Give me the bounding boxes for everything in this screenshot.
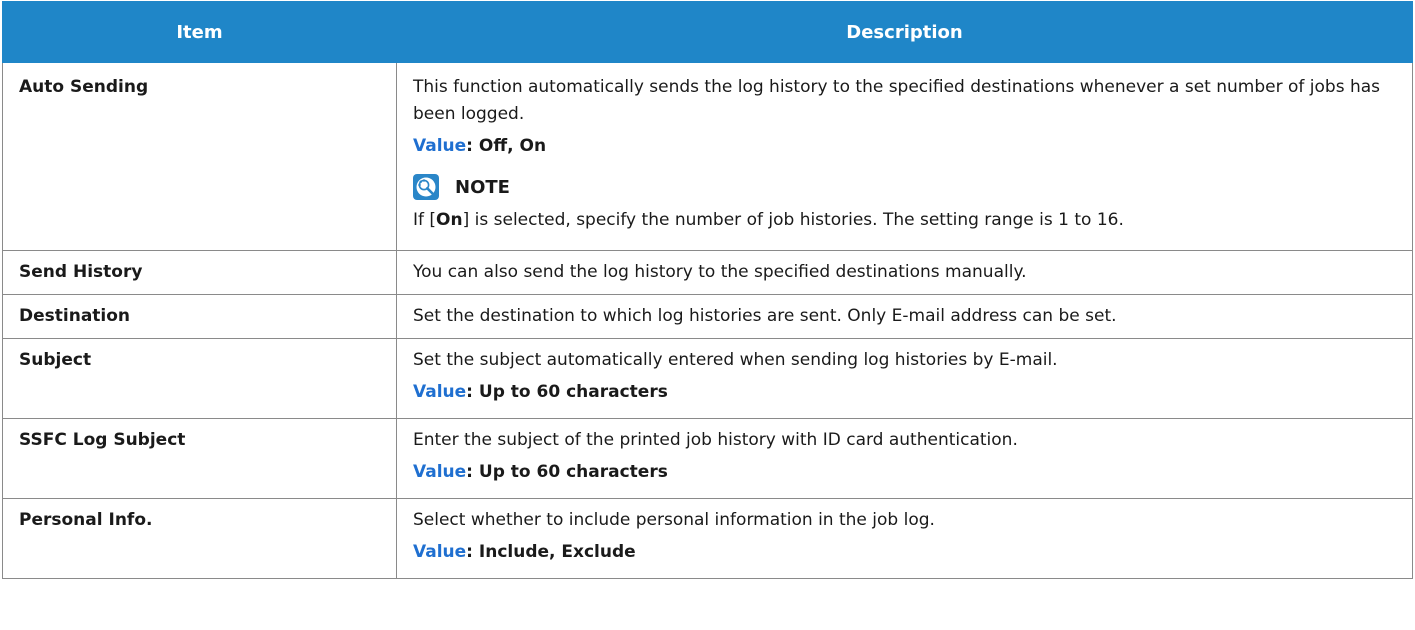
value-key: Value — [413, 136, 467, 156]
item-cell: Subject — [2, 338, 397, 419]
value-text: : Up to 60 characters — [466, 382, 668, 402]
description-text: Enter the subject of the printed job his… — [413, 430, 1018, 450]
note-text: If [On] is selected, specify the number … — [413, 207, 1396, 244]
item-cell: SSFC Log Subject — [2, 418, 397, 499]
description-text: You can also send the log history to the… — [413, 262, 1027, 282]
value-key: Value — [413, 542, 467, 562]
value-text: : Up to 60 characters — [466, 462, 668, 482]
note-label: NOTE — [455, 176, 510, 198]
table-row-personal-info: Personal Info. Select whether to include… — [2, 498, 1413, 579]
description-text: Select whether to include personal infor… — [413, 510, 935, 530]
settings-table: Item Description Auto Sending This funct… — [2, 1, 1413, 579]
note-heading: NOTE — [413, 172, 1396, 202]
table-row-subject: Subject Set the subject automatically en… — [2, 338, 1413, 419]
note-prefix: If [ — [413, 210, 437, 230]
value-line: Value: Up to 60 characters — [413, 459, 1396, 486]
description-cell: This function automatically sends the lo… — [396, 62, 1413, 251]
value-line: Value: Off, On — [413, 133, 1396, 160]
description-cell: You can also send the log history to the… — [396, 250, 1413, 295]
item-label: Send History — [19, 262, 143, 282]
value-text: : Include, Exclude — [466, 542, 636, 562]
item-cell: Personal Info. — [2, 498, 397, 579]
table-row-ssfc-log-subject: SSFC Log Subject Enter the subject of th… — [2, 418, 1413, 499]
item-label: Destination — [19, 306, 131, 326]
item-cell: Send History — [2, 250, 397, 295]
note-bold: On — [436, 210, 463, 230]
item-label: Subject — [19, 350, 92, 370]
item-label: Auto Sending — [19, 77, 149, 97]
item-label: Personal Info. — [19, 510, 153, 530]
table-row-send-history: Send History You can also send the log h… — [2, 250, 1413, 295]
header-item: Item — [2, 1, 397, 63]
note-suffix: ] is selected, specify the number of job… — [462, 210, 1124, 230]
header-description: Description — [396, 1, 1413, 63]
table-header-row: Item Description — [2, 1, 1413, 63]
description-text: Set the subject automatically entered wh… — [413, 350, 1058, 370]
item-cell: Destination — [2, 294, 397, 339]
description-cell: Set the subject automatically entered wh… — [396, 338, 1413, 419]
value-text: : Off, On — [466, 136, 547, 156]
table-row-auto-sending: Auto Sending This function automatically… — [2, 62, 1413, 251]
note-lightbulb-icon — [413, 174, 439, 200]
item-label: SSFC Log Subject — [19, 430, 186, 450]
table-row-destination: Destination Set the destination to which… — [2, 294, 1413, 339]
item-cell: Auto Sending — [2, 62, 397, 251]
value-key: Value — [413, 382, 467, 402]
value-key: Value — [413, 462, 467, 482]
value-line: Value: Include, Exclude — [413, 539, 1396, 566]
description-cell: Enter the subject of the printed job his… — [396, 418, 1413, 499]
description-text: Set the destination to which log histori… — [413, 306, 1117, 326]
description-text: This function automatically sends the lo… — [413, 77, 1381, 124]
description-cell: Set the destination to which log histori… — [396, 294, 1413, 339]
value-line: Value: Up to 60 characters — [413, 379, 1396, 406]
description-cell: Select whether to include personal infor… — [396, 498, 1413, 579]
